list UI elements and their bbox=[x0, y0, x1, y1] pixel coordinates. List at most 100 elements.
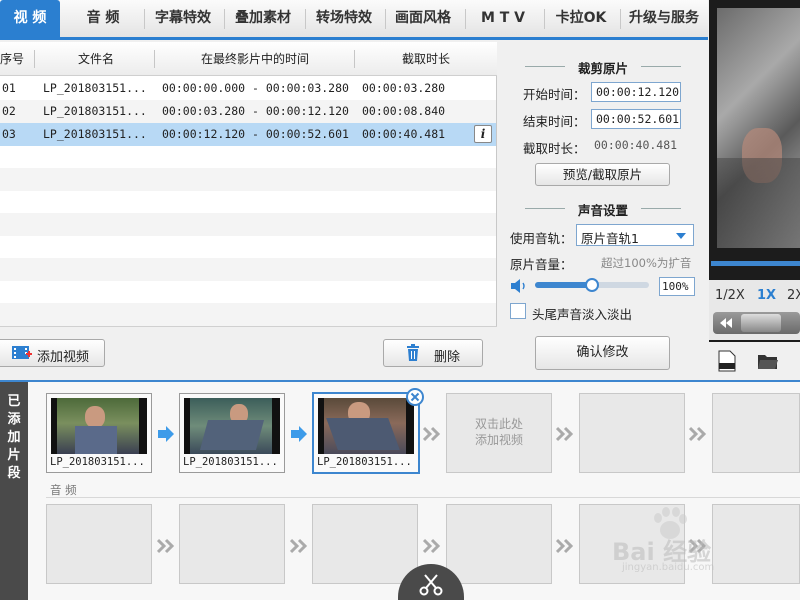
tab-upgrade-service[interactable]: 升级与服务 bbox=[622, 0, 706, 37]
trim-duration-value: 00:00:40.481 bbox=[594, 138, 678, 152]
tab-transition-effects[interactable]: 转场特效 bbox=[308, 0, 380, 37]
timeline-panel: 已 添 加 片 段 LP_201803151... LP_201803151..… bbox=[0, 380, 800, 600]
column-header-number[interactable]: 序号 bbox=[0, 42, 30, 76]
row-number: 03 bbox=[2, 127, 16, 141]
table-row[interactable]: 02 LP_201803151... 00:00:03.280 - 00:00:… bbox=[0, 100, 496, 123]
clip-name: LP_201803151... bbox=[183, 456, 278, 468]
side-tab-char: 段 bbox=[7, 466, 21, 481]
double-chevron-icon bbox=[290, 538, 308, 554]
row-duration: 00:00:40.481 bbox=[362, 127, 446, 141]
empty-clip-slot[interactable] bbox=[712, 393, 800, 473]
info-icon[interactable]: i bbox=[474, 125, 492, 143]
empty-row bbox=[0, 213, 496, 236]
jog-wheel[interactable] bbox=[741, 314, 781, 332]
video-frame bbox=[717, 8, 800, 248]
tab-picture-style[interactable]: 画面风格 bbox=[388, 0, 458, 37]
track-select-value: 原片音轨1 bbox=[581, 231, 639, 246]
clip-thumbnail bbox=[51, 398, 147, 454]
remove-clip-icon[interactable] bbox=[406, 388, 424, 406]
empty-row bbox=[0, 258, 496, 281]
clip-settings-panel: 裁剪原片 开始时间： 00:00:12.120 结束时间： 00:00:52.6… bbox=[498, 42, 708, 379]
tab-overlay-materials[interactable]: 叠加素材 bbox=[227, 0, 299, 37]
preview-player: 1/2X 1X 2X bbox=[709, 0, 800, 380]
row-filename: LP_201803151... bbox=[43, 81, 147, 95]
speaker-icon[interactable] bbox=[510, 278, 530, 294]
fade-checkbox[interactable] bbox=[510, 303, 526, 319]
volume-hint: 超过100%为扩音 bbox=[601, 256, 692, 270]
film-add-icon bbox=[12, 346, 32, 359]
placeholder-line: 添加视频 bbox=[474, 433, 523, 447]
tab-video[interactable]: 视 频 bbox=[0, 0, 60, 37]
tab-mtv[interactable]: M T V bbox=[468, 0, 538, 37]
end-time-input[interactable]: 00:00:52.601 bbox=[591, 109, 681, 129]
delete-label: 删除 bbox=[434, 350, 461, 365]
video-list-footer: 添加视频 删除 bbox=[0, 326, 497, 379]
timeline-clip-1[interactable]: LP_201803151... bbox=[46, 393, 152, 473]
player-toolbar bbox=[709, 342, 800, 380]
trash-icon bbox=[407, 344, 419, 361]
watermark-url: jingyan.baidu.com bbox=[622, 562, 715, 573]
new-file-icon[interactable] bbox=[717, 350, 737, 372]
fade-label: 头尾声音淡入淡出 bbox=[532, 307, 633, 322]
double-chevron-icon bbox=[556, 538, 574, 554]
table-row-selected[interactable]: 03 LP_201803151... 00:00:12.120 - 00:00:… bbox=[0, 123, 496, 146]
speed-bar: 1/2X 1X 2X bbox=[709, 280, 800, 340]
scissors-icon bbox=[419, 574, 443, 596]
column-header-final-time[interactable]: 在最终影片中的时间 bbox=[156, 42, 354, 76]
side-tab-char: 添 bbox=[7, 412, 21, 427]
volume-percent-input[interactable]: 100% bbox=[659, 277, 695, 296]
tab-audio[interactable]: 音 频 bbox=[68, 0, 138, 37]
audio-track-label-bar: 音 频 bbox=[46, 482, 800, 498]
empty-row bbox=[0, 236, 496, 259]
row-duration: 00:00:08.840 bbox=[362, 104, 446, 118]
tab-karaoke[interactable]: 卡拉OK bbox=[546, 0, 616, 37]
confirm-changes-button[interactable]: 确认修改 bbox=[535, 336, 670, 370]
start-time-input[interactable]: 00:00:12.120 bbox=[591, 82, 681, 102]
add-video-button[interactable]: 添加视频 bbox=[0, 339, 105, 367]
audio-slot[interactable] bbox=[446, 504, 552, 584]
volume-slider[interactable] bbox=[535, 278, 649, 292]
audio-section-title: 声音设置 bbox=[498, 200, 708, 219]
speed-half[interactable]: 1/2X bbox=[715, 288, 745, 303]
row-filename: LP_201803151... bbox=[43, 127, 147, 141]
double-chevron-icon bbox=[423, 538, 441, 554]
volume-slider-knob[interactable] bbox=[585, 278, 599, 292]
playback-progress-bar[interactable] bbox=[711, 261, 800, 266]
track-select[interactable]: 原片音轨1 bbox=[576, 224, 694, 246]
arrow-right-icon bbox=[158, 426, 174, 442]
delete-button[interactable]: 删除 bbox=[383, 339, 483, 367]
added-clips-side-tab[interactable]: 已 添 加 片 段 bbox=[0, 382, 28, 600]
column-header-filename[interactable]: 文件名 bbox=[36, 42, 156, 76]
playback-progress-fill bbox=[711, 261, 800, 266]
audio-slot[interactable] bbox=[46, 504, 152, 584]
row-number: 02 bbox=[2, 104, 16, 118]
trim-duration-label: 截取时长： bbox=[523, 141, 586, 156]
double-chevron-icon bbox=[157, 538, 175, 554]
track-label: 使用音轨： bbox=[510, 231, 573, 246]
double-chevron-icon bbox=[689, 426, 707, 442]
audio-slot[interactable] bbox=[712, 504, 800, 584]
tab-subtitle-effects[interactable]: 字幕特效 bbox=[148, 0, 218, 37]
rewind-icon[interactable] bbox=[719, 317, 733, 329]
timeline-clip-3[interactable]: LP_201803151... bbox=[312, 388, 424, 474]
empty-clip-slot[interactable]: 双击此处 添加视频 bbox=[446, 393, 552, 473]
clip-thumbnail bbox=[318, 398, 414, 454]
column-header-duration[interactable]: 截取时长 bbox=[356, 42, 496, 76]
speed-2x[interactable]: 2X bbox=[787, 288, 800, 303]
empty-clip-slot[interactable] bbox=[579, 393, 685, 473]
timeline-clip-2[interactable]: LP_201803151... bbox=[179, 393, 285, 473]
side-tab-char: 加 bbox=[7, 430, 21, 445]
video-list-panel: 序号 文件名 在最终影片中的时间 截取时长 01 LP_201803151...… bbox=[0, 42, 497, 379]
row-number: 01 bbox=[2, 81, 16, 95]
preview-trim-button[interactable]: 预览/截取原片 bbox=[535, 163, 670, 186]
open-folder-icon[interactable] bbox=[757, 352, 779, 370]
start-time-label: 开始时间： bbox=[523, 87, 586, 102]
audio-slot[interactable] bbox=[179, 504, 285, 584]
side-tab-char: 已 bbox=[7, 394, 21, 409]
audio-slot[interactable] bbox=[312, 504, 418, 584]
empty-row bbox=[0, 191, 496, 214]
speed-1x[interactable]: 1X bbox=[757, 288, 776, 303]
audio-track-label: 音 频 bbox=[50, 483, 77, 497]
empty-row bbox=[0, 281, 496, 304]
table-row[interactable]: 01 LP_201803151... 00:00:00.000 - 00:00:… bbox=[0, 77, 496, 100]
